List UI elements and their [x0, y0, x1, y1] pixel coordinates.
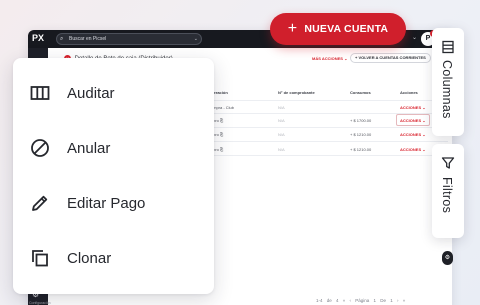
column-header-actions: Acciones	[400, 90, 418, 95]
row-divider	[208, 141, 448, 142]
more-actions-button[interactable]: MÁS ACCIONES ⌄	[312, 56, 347, 61]
pagination[interactable]: 1-4 de 4 « ‹ Página 1 De 1 › »	[316, 298, 405, 303]
columns-label: Columnas	[440, 60, 454, 119]
search-placeholder: Buscar en Picsel	[69, 36, 107, 42]
column-header-amount: Consumos	[350, 90, 371, 95]
columns-icon	[30, 86, 50, 100]
menu-item-void[interactable]: Anular	[13, 128, 214, 168]
row-divider	[208, 155, 448, 156]
block-icon	[31, 139, 49, 157]
row-actions-button[interactable]: ACCIONES ⌄	[400, 118, 426, 123]
menu-item-label: Auditar	[67, 84, 115, 102]
table-cell: N/A	[278, 147, 285, 152]
chevron-down-icon: ⌄	[193, 36, 198, 42]
row-actions-button[interactable]: ACCIONES ⌄	[400, 132, 426, 137]
filters-label: Filtros	[440, 177, 454, 214]
new-account-button[interactable]: + NUEVA CUENTA	[270, 13, 406, 45]
settings-fab-icon[interactable]: ⚙	[442, 251, 453, 265]
plus-icon: +	[287, 20, 298, 37]
menu-item-label: Anular	[67, 139, 111, 157]
row-actions-button[interactable]: ACCIONES ⌄	[400, 147, 426, 152]
pencil-icon	[32, 195, 48, 211]
app-logo: PX	[32, 33, 45, 43]
menu-item-edit-payment[interactable]: Editar Pago	[13, 183, 214, 223]
table-cell: + $ 1210.00	[350, 132, 372, 137]
actions-menu: Auditar Anular Editar Pago Clonar	[13, 58, 214, 294]
columns-icon	[442, 40, 454, 54]
global-search-input[interactable]: ⌕ Buscar en Picsel ⌄	[56, 33, 202, 45]
table-cell: + $ 1210.00	[350, 147, 372, 152]
copy-icon	[32, 250, 48, 267]
menu-item-label: Editar Pago	[67, 194, 146, 212]
table-cell: N/A	[278, 118, 285, 123]
filters-panel-toggle[interactable]: Filtros	[432, 144, 464, 238]
chevron-down-icon[interactable]: ⌄	[412, 34, 417, 41]
columns-panel-toggle[interactable]: Columnas	[432, 28, 464, 136]
search-icon: ⌕	[60, 36, 64, 42]
table-cell: + $ 1700.00	[350, 118, 372, 123]
row-divider	[208, 127, 448, 128]
sidebar-item-settings[interactable]: Configuración	[29, 301, 51, 305]
filter-icon	[441, 157, 455, 169]
back-to-accounts-button[interactable]: + VOLVER A CUENTAS CORRIENTES	[350, 53, 431, 63]
new-account-label: NUEVA CUENTA	[304, 23, 389, 35]
table-cell: N/A	[278, 132, 285, 137]
menu-item-clone[interactable]: Clonar	[13, 238, 214, 278]
row-actions-button[interactable]: ACCIONES ⌄	[400, 105, 426, 110]
table-cell: N/A	[278, 105, 285, 110]
column-header-voucher: N° de comprobante	[278, 90, 315, 95]
menu-item-audit[interactable]: Auditar	[13, 73, 214, 113]
menu-item-label: Clonar	[67, 249, 112, 267]
row-divider	[208, 100, 448, 101]
